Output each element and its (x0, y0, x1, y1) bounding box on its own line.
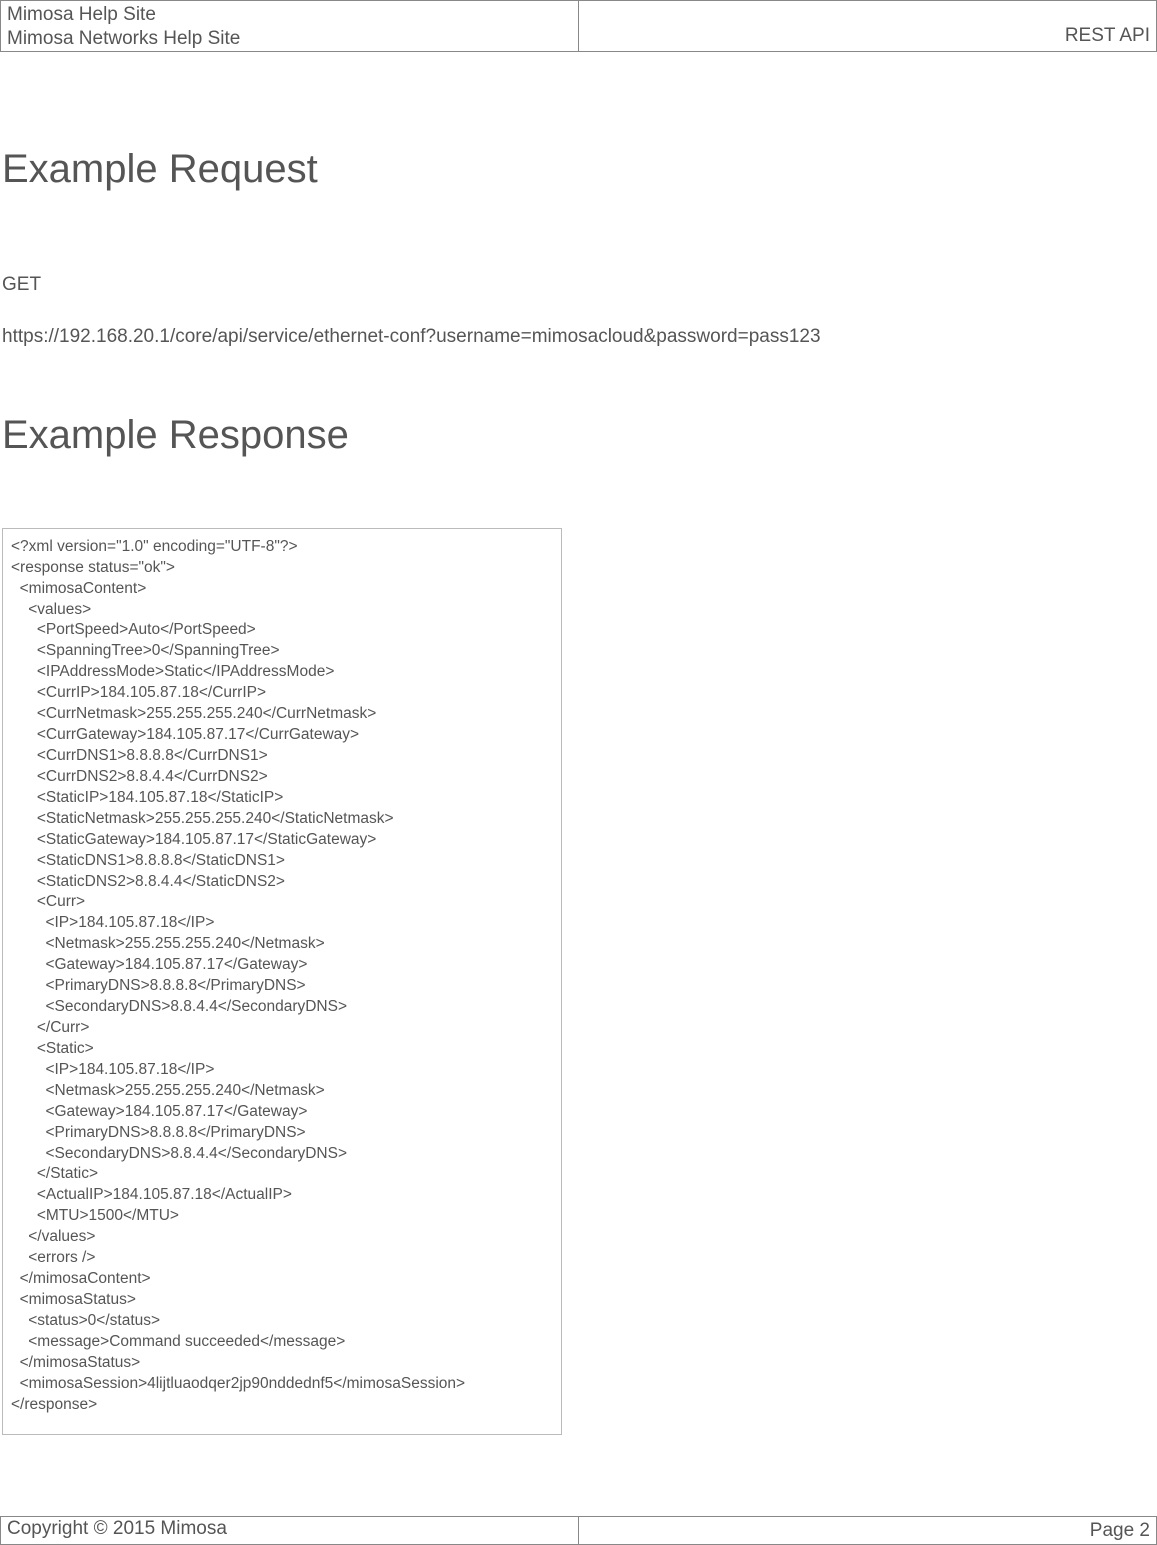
request-method: GET (2, 270, 1155, 300)
footer-left-cell: Copyright © 2015 Mimosa (1, 1517, 579, 1544)
page-header: Mimosa Help Site Mimosa Networks Help Si… (0, 0, 1157, 52)
example-request-heading: Example Request (2, 147, 1155, 192)
footer-copyright: Copyright © 2015 Mimosa (7, 1518, 227, 1539)
request-url: https://192.168.20.1/core/api/service/et… (2, 322, 1155, 352)
header-right-label: REST API (1065, 25, 1150, 47)
footer-page-label: Page 2 (1090, 1520, 1150, 1542)
header-right-cell: REST API (579, 1, 1157, 51)
response-code-box: <?xml version="1.0" encoding="UTF-8"?> <… (2, 528, 562, 1435)
header-left-cell: Mimosa Help Site Mimosa Networks Help Si… (1, 1, 579, 51)
header-title-line1: Mimosa Help Site (7, 3, 572, 27)
page-footer: Copyright © 2015 Mimosa Page 2 (0, 1516, 1157, 1545)
page-content: Example Request GET https://192.168.20.1… (0, 147, 1157, 1435)
example-response-heading: Example Response (2, 413, 1155, 458)
request-block: GET https://192.168.20.1/core/api/servic… (2, 270, 1155, 353)
header-title-line2: Mimosa Networks Help Site (7, 27, 572, 51)
footer-right-cell: Page 2 (579, 1517, 1157, 1544)
